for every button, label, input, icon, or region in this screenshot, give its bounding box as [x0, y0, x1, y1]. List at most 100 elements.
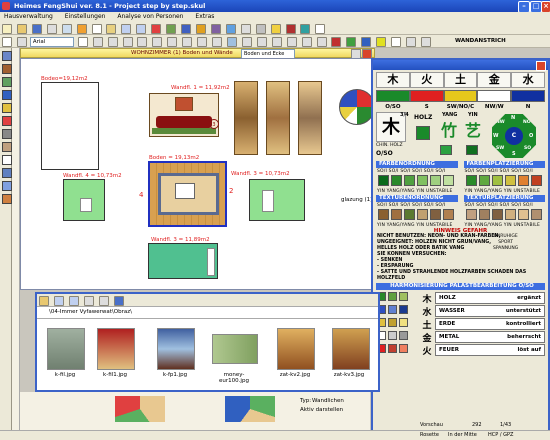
- house-icon[interactable]: [285, 24, 296, 34]
- earth-swatch[interactable]: [443, 90, 478, 102]
- preview-icon[interactable]: [61, 24, 72, 34]
- book-icon[interactable]: [210, 24, 221, 34]
- ungroup-icon[interactable]: [286, 37, 297, 47]
- farben-swatch-2[interactable]: [391, 175, 402, 186]
- globe-icon[interactable]: [225, 24, 236, 34]
- textur-swatch-3[interactable]: [404, 209, 415, 220]
- farbplatz-swatch-3[interactable]: [491, 175, 503, 186]
- explorer-path[interactable]: \04-Immer Vyfawerwat\Obraz\: [37, 307, 378, 319]
- paste-icon[interactable]: [106, 24, 117, 34]
- holz-swatch[interactable]: [416, 126, 430, 140]
- element-water[interactable]: 水: [511, 72, 545, 88]
- wall-3-room[interactable]: [249, 179, 305, 221]
- tool-metal-icon[interactable]: [2, 129, 12, 139]
- menu-item-extras[interactable]: Extras: [195, 13, 214, 20]
- grid-icon[interactable]: [240, 24, 251, 34]
- explorer-forward-icon[interactable]: [68, 296, 79, 306]
- tool-stair-icon[interactable]: [2, 194, 12, 204]
- harm-box-earth[interactable]: ERDE kontrolliert: [435, 318, 545, 330]
- new-file-icon[interactable]: [2, 24, 12, 34]
- tree-icon[interactable]: [166, 24, 177, 34]
- bagua-wheel-icon[interactable]: [339, 89, 375, 125]
- rotate-icon[interactable]: [301, 37, 312, 47]
- harm-box-water[interactable]: WASSER unterstützt: [435, 305, 545, 317]
- element-earth[interactable]: 土: [443, 72, 478, 88]
- pointer-icon[interactable]: [2, 37, 12, 47]
- yin-swatch[interactable]: [466, 145, 478, 155]
- shape-white-icon[interactable]: [391, 37, 402, 47]
- bagua-compass-icon[interactable]: C N NW W SW S SO O NO: [492, 114, 536, 158]
- textur-swatch-6[interactable]: [443, 209, 454, 220]
- explorer-back-icon[interactable]: [53, 296, 64, 306]
- explorer-save-icon[interactable]: [113, 296, 124, 306]
- textur-swatch-1[interactable]: [378, 209, 389, 220]
- thumb-4[interactable]: [212, 334, 258, 364]
- tool-water-icon[interactable]: [2, 90, 12, 100]
- texturplatz-swatch-6[interactable]: [530, 209, 542, 220]
- cut-icon[interactable]: [76, 24, 87, 34]
- shape-green-icon[interactable]: [346, 37, 357, 47]
- element-wood[interactable]: 木: [376, 72, 410, 88]
- tool-door-icon[interactable]: [2, 168, 12, 178]
- hcp-label[interactable]: HCP / GPZ: [488, 432, 513, 438]
- person-icon[interactable]: [181, 24, 192, 34]
- underline-icon[interactable]: [122, 37, 133, 47]
- texturplatz-swatch-4[interactable]: [504, 209, 516, 220]
- shape-yellow-icon[interactable]: [376, 37, 387, 47]
- bottom-shape-1[interactable]: [115, 396, 165, 422]
- texturplatz-swatch-3[interactable]: [491, 209, 503, 220]
- print-icon[interactable]: [46, 24, 57, 34]
- select-icon[interactable]: [16, 37, 27, 47]
- fill-icon[interactable]: [226, 37, 237, 47]
- plus-icon[interactable]: [151, 24, 162, 34]
- ellipse-icon[interactable]: [212, 37, 223, 47]
- flip-icon[interactable]: [316, 37, 327, 47]
- texturplatz-swatch-2[interactable]: [478, 209, 490, 220]
- texturplatz-swatch-5[interactable]: [517, 209, 529, 220]
- image-icon[interactable]: [420, 37, 431, 47]
- italic-icon[interactable]: [107, 37, 118, 47]
- tool-furniture-icon[interactable]: [2, 64, 12, 74]
- yang-swatch[interactable]: [440, 145, 452, 155]
- menu-item-analyse[interactable]: Analyse von Personen: [117, 13, 183, 20]
- metal-swatch[interactable]: [477, 90, 512, 102]
- align-left-icon[interactable]: [137, 37, 148, 47]
- element-fire[interactable]: 火: [409, 72, 444, 88]
- art-panel-1[interactable]: [234, 81, 258, 155]
- menu-item-hausverwaltung[interactable]: Hausverwaltung: [4, 13, 53, 20]
- farben-swatch-4[interactable]: [417, 175, 428, 186]
- save-icon[interactable]: [31, 24, 42, 34]
- room-outline[interactable]: [41, 82, 99, 170]
- harm-box-metal[interactable]: METAL beherrscht: [435, 331, 545, 343]
- art-panel-3[interactable]: [298, 81, 322, 155]
- thumb-1[interactable]: [47, 328, 85, 370]
- wall-2-room[interactable]: [148, 243, 218, 279]
- tool-window-icon[interactable]: [2, 181, 12, 191]
- textur-swatch-4[interactable]: [417, 209, 428, 220]
- element-metal[interactable]: 金: [477, 72, 512, 88]
- tool-earth-icon[interactable]: [2, 142, 12, 152]
- font-size-select[interactable]: [77, 37, 88, 47]
- compass-icon[interactable]: [270, 24, 281, 34]
- fengshui-close-button[interactable]: [536, 61, 546, 71]
- aktiv-checkbox[interactable]: Aktiv darstellen: [300, 407, 343, 413]
- typ-value[interactable]: Wandlichen: [312, 398, 344, 404]
- texturplatz-swatch-1[interactable]: [465, 209, 477, 220]
- rect-icon[interactable]: [197, 37, 208, 47]
- thumb-3[interactable]: [157, 328, 195, 370]
- explorer-up-icon[interactable]: [83, 296, 94, 306]
- farben-swatch-6[interactable]: [443, 175, 454, 186]
- open-folder-icon[interactable]: [16, 24, 27, 34]
- farbplatz-swatch-1[interactable]: [465, 175, 477, 186]
- align-right-icon[interactable]: [167, 37, 178, 47]
- undo-icon[interactable]: [121, 24, 132, 34]
- tool-light-icon[interactable]: [2, 103, 12, 113]
- thumb-2[interactable]: [97, 328, 135, 370]
- shape-red-icon[interactable]: [331, 37, 342, 47]
- menu-item-einstellungen[interactable]: Einstellungen: [65, 13, 106, 20]
- farbplatz-swatch-4[interactable]: [504, 175, 516, 186]
- rosette-label[interactable]: Rosette: [420, 432, 439, 438]
- tool-room-icon[interactable]: [2, 51, 12, 61]
- explorer-folder-icon[interactable]: [39, 296, 49, 306]
- align-center-icon[interactable]: [152, 37, 163, 47]
